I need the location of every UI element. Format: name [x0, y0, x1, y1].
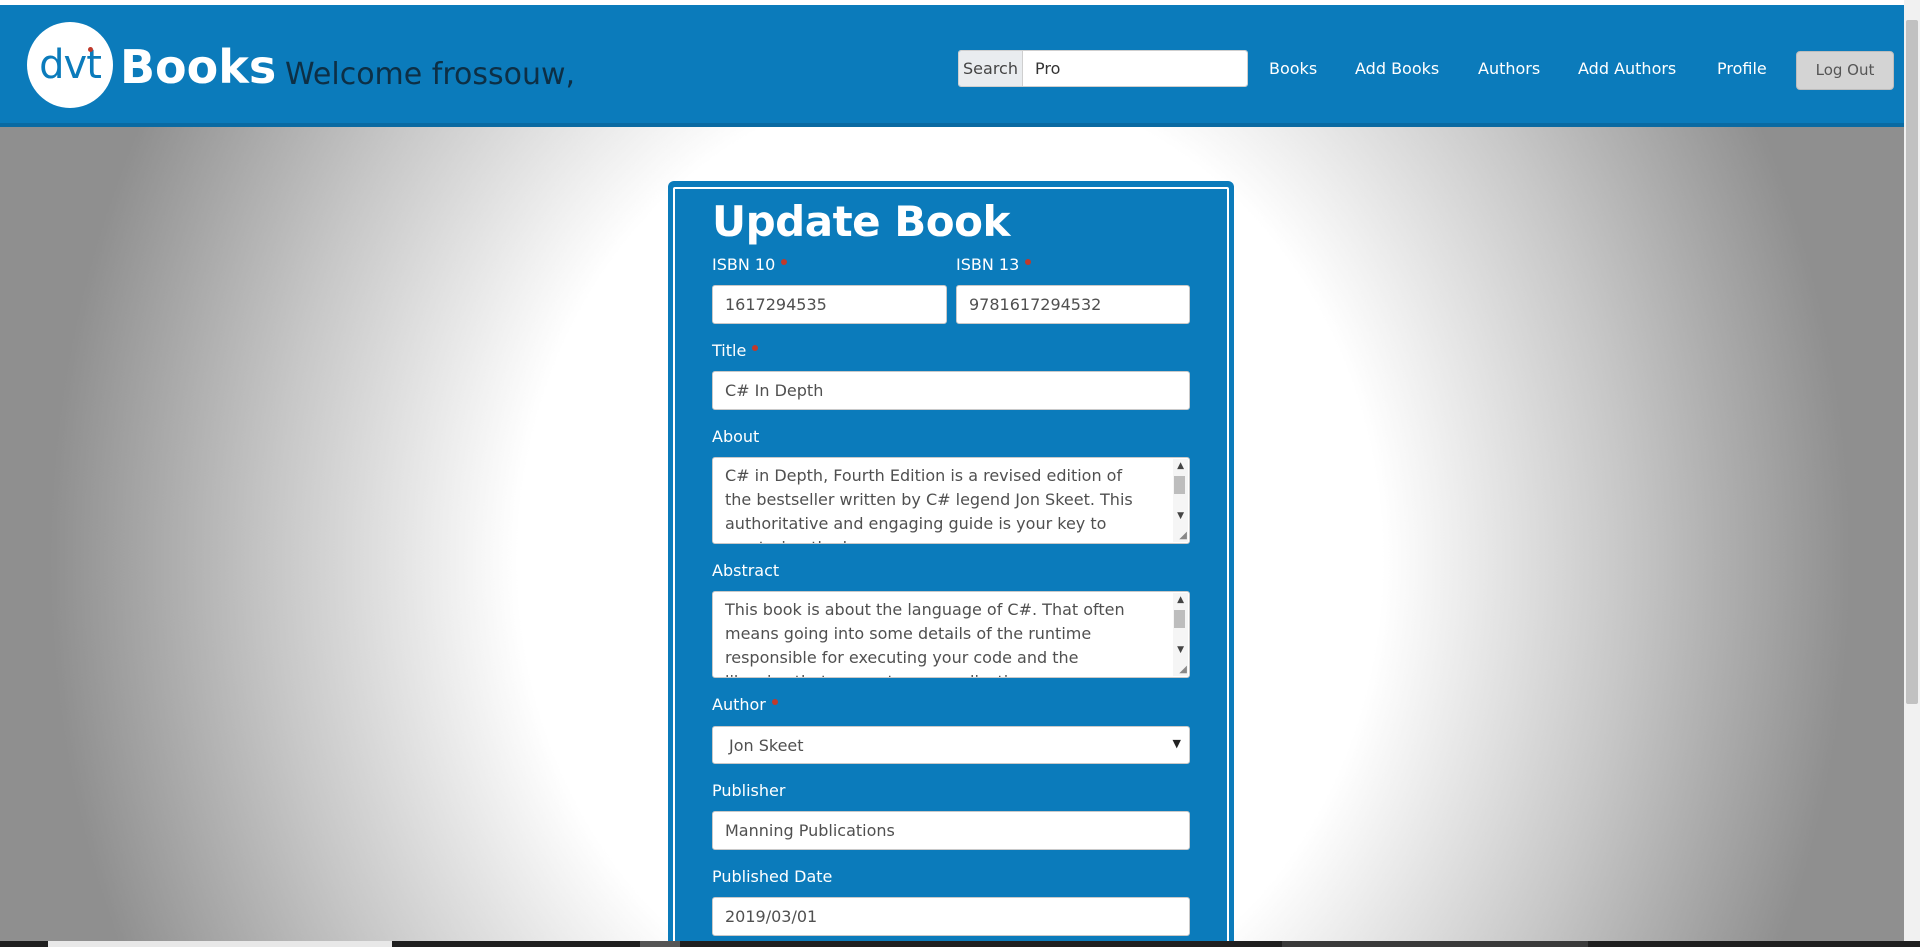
brand-name: Books: [120, 40, 277, 94]
nav-add-books[interactable]: Add Books: [1355, 59, 1439, 79]
search-input[interactable]: [1023, 51, 1247, 86]
scroll-down-arrow-icon[interactable]: ▼: [1177, 645, 1184, 655]
author-label-text: Author: [712, 695, 766, 714]
caret-down-icon: ▼: [1172, 737, 1181, 750]
about-text: C# in Depth, Fourth Edition is a revised…: [725, 466, 1133, 543]
logo[interactable]: dvt: [27, 22, 113, 108]
required-dot-icon: [781, 259, 788, 265]
abstract-textarea[interactable]: This book is about the language of C#. T…: [712, 591, 1190, 678]
isbn13-field[interactable]: [956, 285, 1190, 324]
author-selected-value: Jon Skeet: [729, 736, 804, 755]
publisher-label: Publisher: [712, 781, 786, 800]
isbn13-label: ISBN 13: [956, 255, 1032, 275]
page-scroll-thumb[interactable]: [1906, 20, 1918, 704]
published-date-field[interactable]: [712, 897, 1190, 936]
logo-dot-icon: [88, 47, 93, 52]
about-label: About: [712, 427, 760, 446]
scroll-up-arrow-icon[interactable]: ▲: [1177, 461, 1184, 471]
abstract-text: This book is about the language of C#. T…: [725, 600, 1125, 677]
welcome-message: Welcome frossouw,: [285, 57, 576, 92]
nav-authors[interactable]: Authors: [1478, 59, 1540, 79]
page-title: Update Book: [712, 197, 1010, 246]
isbn10-field[interactable]: [712, 285, 947, 324]
nav-profile[interactable]: Profile: [1717, 59, 1767, 79]
header-bar: dvt Books Welcome frossouw, Search Books…: [0, 5, 1904, 127]
published-date-label: Published Date: [712, 867, 833, 886]
abstract-scroll-thumb[interactable]: [1174, 610, 1185, 628]
title-field[interactable]: [712, 371, 1190, 410]
nav-add-authors[interactable]: Add Authors: [1578, 59, 1676, 79]
taskbar-item[interactable]: [48, 941, 392, 947]
about-scroll-thumb[interactable]: [1174, 476, 1185, 494]
nav-books[interactable]: Books: [1269, 59, 1317, 79]
search-label: Search: [959, 51, 1023, 86]
search-group: Search: [958, 50, 1248, 87]
isbn10-label-text: ISBN 10: [712, 255, 776, 274]
about-textarea[interactable]: C# in Depth, Fourth Edition is a revised…: [712, 457, 1190, 544]
abstract-label: Abstract: [712, 561, 780, 580]
isbn13-label-text: ISBN 13: [956, 255, 1020, 274]
required-dot-icon: [771, 699, 778, 705]
isbn10-label: ISBN 10: [712, 255, 788, 275]
taskbar-item[interactable]: [640, 941, 680, 947]
resize-grip-icon[interactable]: ◢: [1179, 665, 1187, 675]
scroll-up-arrow-icon[interactable]: ▲: [1177, 595, 1184, 605]
title-label-text: Title: [712, 341, 747, 360]
taskbar-item[interactable]: [1282, 941, 1588, 947]
title-label: Title: [712, 341, 759, 361]
author-label: Author: [712, 695, 778, 715]
publisher-field[interactable]: [712, 811, 1190, 850]
required-dot-icon: [1025, 259, 1032, 265]
author-select[interactable]: Jon Skeet ▼: [712, 726, 1190, 764]
scroll-down-arrow-icon[interactable]: ▼: [1177, 511, 1184, 521]
required-dot-icon: [752, 345, 759, 351]
resize-grip-icon[interactable]: ◢: [1179, 531, 1187, 541]
logout-button[interactable]: Log Out: [1796, 51, 1894, 90]
